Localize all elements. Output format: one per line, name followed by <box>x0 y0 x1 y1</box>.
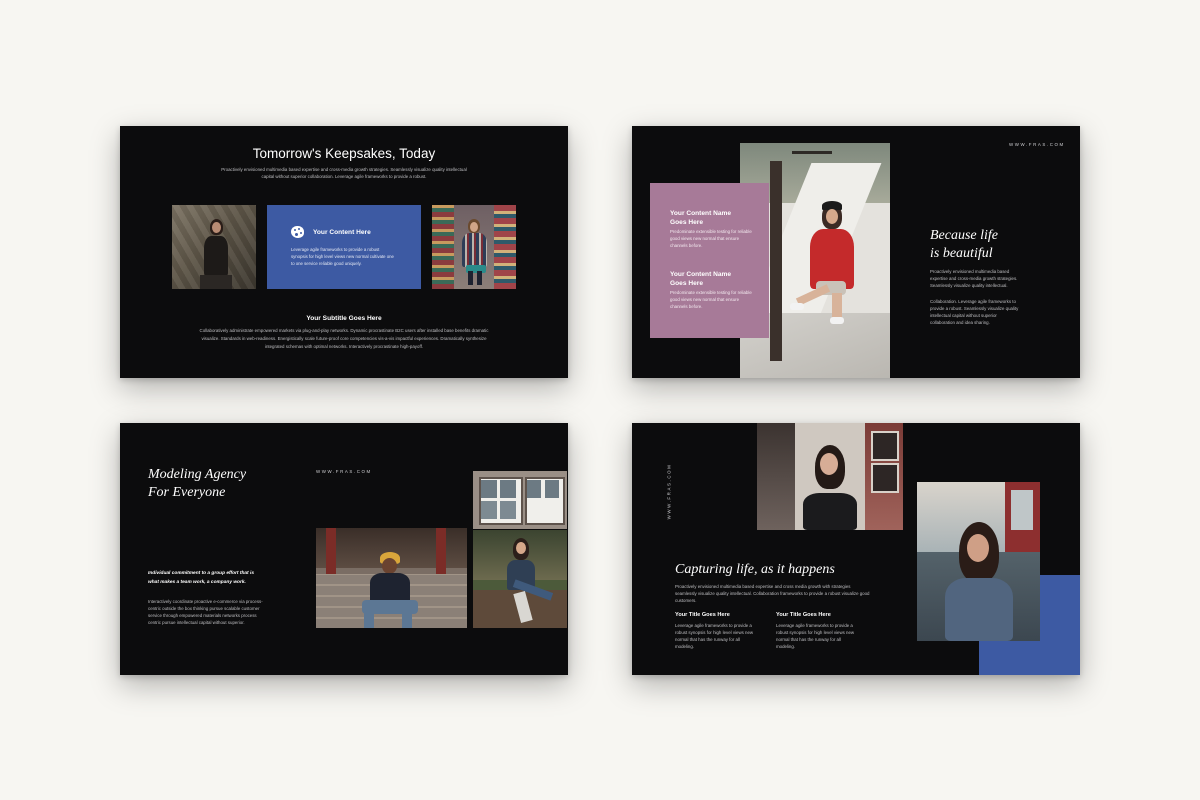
heading-line-2: For Everyone <box>148 485 226 500</box>
slide-2[interactable]: Your Content Name Goes Here Predominate … <box>632 126 1080 378</box>
content-2-text: Predominate extensible testing for relia… <box>670 290 752 309</box>
column-1-title: Your Title Goes Here <box>675 612 730 618</box>
card-title: Your Content Here <box>313 229 371 236</box>
photo-model-denim-jacket <box>917 482 1040 641</box>
slide-body: Collaboratively administrate empowered m… <box>199 328 489 349</box>
slide-intro: Proactively envisioned multimedia based … <box>221 167 467 179</box>
slide-heading: Capturing life, as it happens <box>675 562 835 577</box>
photo-house-windows <box>473 471 567 529</box>
website-label: WWW.FRAS.COM <box>316 469 372 474</box>
content-1-text: Predominate extensible testing for relia… <box>670 229 752 248</box>
column-2-title: Your Title Goes Here <box>776 612 831 618</box>
slide-subtitle: Your Subtitle Goes Here <box>306 315 382 322</box>
heading-line-1: Because life <box>930 228 999 243</box>
palette-icon <box>291 226 304 238</box>
photo-model-store-aisle <box>432 205 516 289</box>
heading-line-2: is beautiful <box>930 246 993 261</box>
photo-model-dark-hair <box>757 423 903 530</box>
photo-model-seated-man <box>316 528 467 628</box>
slide-title: Tomorrow's Keepsakes, Today <box>252 146 436 161</box>
slide-intro: Proactively envisioned multimedia based … <box>675 584 870 603</box>
content-card: Your Content Here Leverage agile framewo… <box>267 205 421 289</box>
paragraph-1: Proactively envisioned multimedia based … <box>930 269 1018 288</box>
slide-body: Interactively coordinate proactive e-com… <box>148 599 263 625</box>
website-label-vertical: WWW.FRAS.COM <box>666 463 672 520</box>
column-2-text: Leverage agile frameworks to provide a r… <box>776 623 855 649</box>
card-text: Leverage agile frameworks to provide a r… <box>291 247 394 266</box>
heading-line-1: Modeling Agency <box>148 467 247 482</box>
photo-model-seated-woman <box>473 530 567 628</box>
content-panel: Your Content Name Goes Here Predominate … <box>650 183 769 338</box>
website-label: WWW.FRAS.COM <box>1009 142 1065 147</box>
column-1-text: Leverage agile frameworks to provide a r… <box>675 623 754 649</box>
slide-4[interactable]: WWW.FRAS.COM Capturing life, as it happe… <box>632 423 1080 675</box>
content-2-title: Your Content Name Goes Here <box>670 271 732 287</box>
content-1-title: Your Content Name Goes Here <box>670 210 732 226</box>
slide-1[interactable]: Tomorrow's Keepsakes, Today Proactively … <box>120 126 568 378</box>
photo-model-stone-wall <box>172 205 256 289</box>
slide-3[interactable]: Modeling Agency For Everyone WWW.FRAS.CO… <box>120 423 568 675</box>
paragraph-2: Collaboration. Leverage agile frameworks… <box>930 299 1019 325</box>
quote: Individual commitment to a group effort … <box>148 571 254 585</box>
